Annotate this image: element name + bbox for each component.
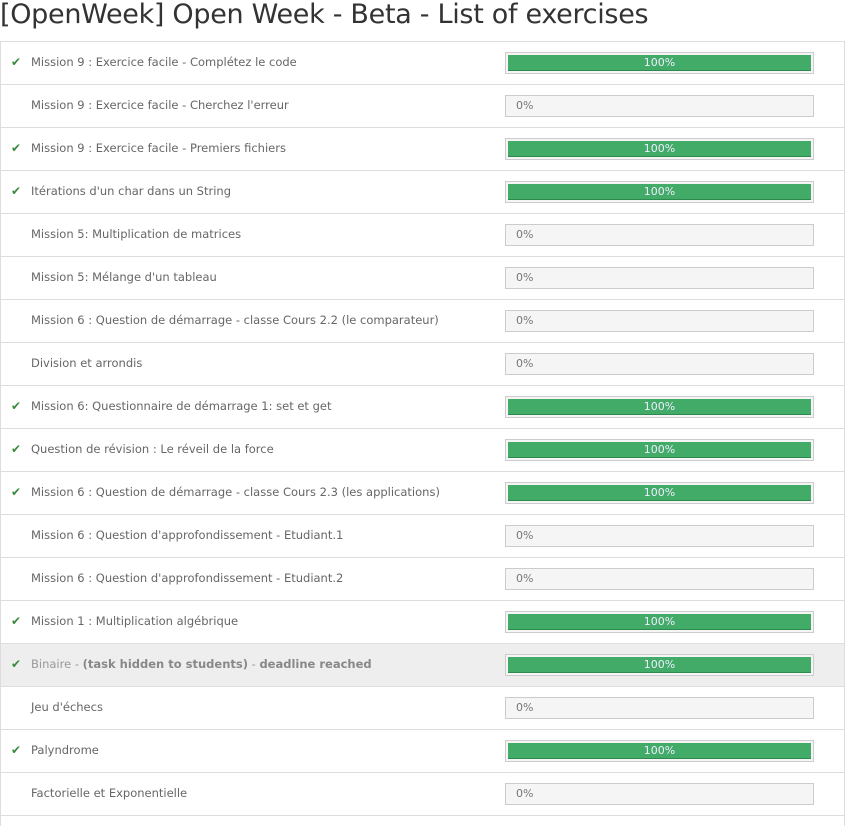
list-item[interactable]: ✔ Palyndrome 100%: [1, 729, 844, 772]
progress-label: 100%: [643, 142, 676, 155]
list-item[interactable]: ✔ Mission 9 : Exercice facile - Complétez…: [1, 41, 844, 84]
exercise-link[interactable]: Mission 1 : Multiplication algébrique: [31, 614, 238, 628]
progress-bar: 0%: [505, 353, 814, 375]
list-item[interactable]: Division et arrondis 0%: [1, 342, 844, 385]
progress-bar: 100%: [505, 181, 814, 203]
list-item[interactable]: ✔ Question de révision : Le réveil de la …: [1, 428, 844, 471]
list-item[interactable]: ✔ Mission 6 : Question de démarrage - cla…: [1, 471, 844, 514]
list-item[interactable]: Mission 6 : Question d'approfondissement…: [1, 557, 844, 600]
list-item[interactable]: Mission 5: Mélange d'un tableau 0%: [1, 256, 844, 299]
progress-label: 0%: [516, 357, 534, 370]
exercise-list: ✔ Mission 9 : Exercice facile - Complétez…: [0, 41, 845, 815]
progress-bar: 100%: [505, 439, 814, 461]
check-icon: ✔: [11, 399, 22, 413]
progress-label: 100%: [643, 744, 676, 757]
exercise-link[interactable]: Mission 6: Questionnaire de démarrage 1:…: [31, 399, 331, 413]
progress-bar: 0%: [505, 697, 814, 719]
progress-bar: 0%: [505, 95, 814, 117]
exercise-link[interactable]: Mission 9 : Exercice facile - Cherchez l…: [31, 98, 289, 112]
progress-label: 0%: [516, 572, 534, 585]
progress-bar: 100%: [505, 611, 814, 633]
check-icon: ✔: [11, 55, 22, 69]
list-item[interactable]: ✔ Mission 1 : Multiplication algébrique 10…: [1, 600, 844, 643]
exercise-link[interactable]: Division et arrondis: [31, 356, 142, 370]
exercise-link[interactable]: Binaire - (task hidden to students) - de…: [31, 657, 372, 671]
list-item[interactable]: ✔ Itérations d'un char dans un String 100%: [1, 170, 844, 213]
exercise-link[interactable]: Question de révision : Le réveil de la f…: [31, 442, 274, 456]
progress-label: 0%: [516, 701, 534, 714]
progress-bar: 0%: [505, 525, 814, 547]
hidden-note: (task hidden to students): [82, 657, 248, 671]
progress-label: 0%: [516, 787, 534, 800]
exercise-link[interactable]: Factorielle et Exponentielle: [31, 786, 187, 800]
exercise-link[interactable]: Mission 6 : Question de démarrage - clas…: [31, 313, 439, 327]
exercise-link[interactable]: Itérations d'un char dans un String: [31, 184, 231, 198]
progress-label: 0%: [516, 228, 534, 241]
progress-bar: 100%: [505, 654, 814, 676]
list-item[interactable]: Jeu d'échecs 0%: [1, 686, 844, 729]
progress-bar: 0%: [505, 783, 814, 805]
list-item[interactable]: ✔ Mission 6: Questionnaire de démarrage 1…: [1, 385, 844, 428]
exercise-link[interactable]: Mission 6 : Question d'approfondissement…: [31, 528, 343, 542]
progress-label: 0%: [516, 314, 534, 327]
progress-label: 100%: [643, 443, 676, 456]
list-item[interactable]: ✔ Mission 9 : Exercice facile - Premiers …: [1, 127, 844, 170]
progress-label: 100%: [643, 486, 676, 499]
check-icon: ✔: [11, 657, 22, 671]
progress-label: 0%: [516, 99, 534, 112]
progress-label: 0%: [516, 529, 534, 542]
exercise-link[interactable]: Mission 6 : Question de démarrage - clas…: [31, 485, 440, 499]
list-item[interactable]: Mission 6 : Question de démarrage - clas…: [1, 299, 844, 342]
progress-bar: 100%: [505, 52, 814, 74]
exercise-link[interactable]: Mission 5: Multiplication de matrices: [31, 227, 241, 241]
progress-bar: 0%: [505, 568, 814, 590]
check-icon: ✔: [11, 743, 22, 757]
check-icon: ✔: [11, 614, 22, 628]
exercise-link[interactable]: Mission 9 : Exercice facile - Complétez …: [31, 55, 297, 69]
progress-label: 100%: [643, 185, 676, 198]
exercise-link[interactable]: Mission 5: Mélange d'un tableau: [31, 270, 217, 284]
progress-bar: 0%: [505, 224, 814, 246]
progress-bar: 0%: [505, 267, 814, 289]
progress-bar: 0%: [505, 310, 814, 332]
progress-label: 100%: [643, 658, 676, 671]
progress-label: 100%: [643, 56, 676, 69]
list-item[interactable]: Mission 6 : Question d'approfondissement…: [1, 514, 844, 557]
progress-label: 100%: [643, 615, 676, 628]
page-title: [OpenWeek] Open Week - Beta - List of ex…: [0, 0, 649, 30]
check-icon: ✔: [11, 442, 22, 456]
progress-bar: 100%: [505, 482, 814, 504]
list-item[interactable]: Mission 5: Multiplication de matrices 0%: [1, 213, 844, 256]
list-item[interactable]: ✔ Binaire - (task hidden to students) - d…: [1, 643, 844, 686]
list-item[interactable]: Factorielle et Exponentielle 0%: [1, 772, 844, 815]
progress-bar: 100%: [505, 396, 814, 418]
check-icon: ✔: [11, 485, 22, 499]
deadline-note: deadline reached: [259, 657, 372, 671]
progress-label: 100%: [643, 400, 676, 413]
check-icon: ✔: [11, 141, 22, 155]
exercise-link[interactable]: Mission 6 : Question d'approfondissement…: [31, 571, 343, 585]
progress-bar: 100%: [505, 138, 814, 160]
check-icon: ✔: [11, 184, 22, 198]
exercise-link[interactable]: Palyndrome: [31, 743, 99, 757]
exercise-link[interactable]: Jeu d'échecs: [31, 700, 103, 714]
progress-bar: 100%: [505, 740, 814, 762]
exercise-link[interactable]: Mission 9 : Exercice facile - Premiers f…: [31, 141, 286, 155]
progress-label: 0%: [516, 271, 534, 284]
list-item[interactable]: [0, 815, 845, 826]
list-item[interactable]: Mission 9 : Exercice facile - Cherchez l…: [1, 84, 844, 127]
